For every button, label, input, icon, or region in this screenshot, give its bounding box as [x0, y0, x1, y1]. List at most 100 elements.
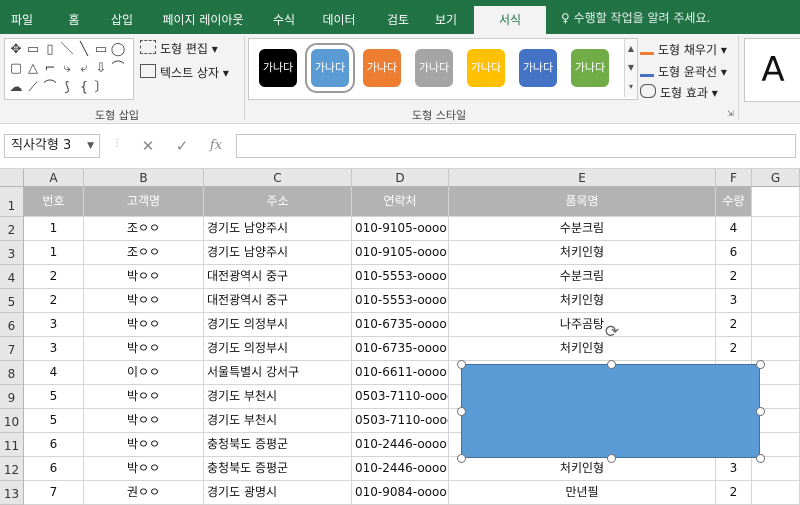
- table-cell[interactable]: 010-6735-oooo: [352, 313, 449, 337]
- table-cell[interactable]: 5: [24, 385, 84, 409]
- row-header-12[interactable]: 12: [0, 457, 24, 481]
- tab-7[interactable]: 보기: [424, 0, 468, 34]
- table-cell[interactable]: 4: [24, 361, 84, 385]
- row-header-7[interactable]: 7: [0, 337, 24, 361]
- empty-cell[interactable]: [752, 313, 800, 337]
- confirm-icon[interactable]: ✓: [172, 134, 192, 158]
- row-header-8[interactable]: 8: [0, 361, 24, 385]
- table-cell[interactable]: 박ㅇㅇ: [84, 337, 204, 361]
- tab-4[interactable]: 수식: [262, 0, 306, 34]
- table-cell[interactable]: 조ㅇㅇ: [84, 217, 204, 241]
- more-options-icon[interactable]: ⋮: [112, 138, 122, 149]
- shape-option-icon[interactable]: △: [25, 61, 41, 77]
- table-cell[interactable]: 3: [24, 313, 84, 337]
- resize-handle[interactable]: [457, 360, 466, 369]
- table-cell[interactable]: 서울특별시 강서구: [204, 361, 352, 385]
- table-cell[interactable]: 수분크림: [449, 217, 716, 241]
- row-header-1[interactable]: 1: [0, 187, 24, 217]
- tab-2[interactable]: 삽입: [100, 0, 144, 34]
- table-cell[interactable]: 010-6611-oooo: [352, 361, 449, 385]
- shape-effects-button[interactable]: 도형 효과 ▾: [640, 84, 718, 101]
- empty-cell[interactable]: [752, 241, 800, 265]
- shape-style-swatch[interactable]: 가나다: [259, 49, 297, 87]
- table-cell[interactable]: 2: [716, 265, 752, 289]
- shape-option-icon[interactable]: ▭: [25, 42, 41, 58]
- wordart-style-preview[interactable]: A: [744, 38, 800, 102]
- table-cell[interactable]: 4: [716, 217, 752, 241]
- table-header-cell[interactable]: 연락처: [352, 187, 449, 217]
- table-cell[interactable]: 010-6735-oooo: [352, 337, 449, 361]
- shape-option-icon[interactable]: ⤶: [76, 61, 92, 77]
- table-cell[interactable]: 충청북도 증평군: [204, 457, 352, 481]
- shape-option-icon[interactable]: ＼: [59, 42, 75, 58]
- resize-handle[interactable]: [457, 407, 466, 416]
- table-cell[interactable]: 권ㅇㅇ: [84, 481, 204, 505]
- row-header-2[interactable]: 2: [0, 217, 24, 241]
- table-cell[interactable]: 2: [24, 289, 84, 313]
- table-cell[interactable]: 3: [716, 289, 752, 313]
- gallery-down-icon[interactable]: ▼: [625, 58, 637, 77]
- table-cell[interactable]: 010-5553-oooo: [352, 265, 449, 289]
- table-header-cell[interactable]: 품목명: [449, 187, 716, 217]
- table-cell[interactable]: 2: [716, 481, 752, 505]
- row-header-6[interactable]: 6: [0, 313, 24, 337]
- table-cell[interactable]: 박ㅇㅇ: [84, 433, 204, 457]
- column-header-E[interactable]: E: [449, 169, 716, 187]
- insert-function-icon[interactable]: fx: [206, 134, 226, 158]
- table-cell[interactable]: 010-2446-oooo: [352, 457, 449, 481]
- edit-shape-button[interactable]: 도형 편집 ▾: [140, 40, 218, 57]
- shape-option-icon[interactable]: ☁: [8, 80, 24, 96]
- table-cell[interactable]: 2: [716, 337, 752, 361]
- empty-cell[interactable]: [752, 337, 800, 361]
- table-cell[interactable]: 경기도 의정부시: [204, 313, 352, 337]
- tab-1[interactable]: 홈: [54, 0, 94, 34]
- rotate-handle-icon[interactable]: ⟳: [602, 322, 622, 342]
- column-header-C[interactable]: C: [204, 169, 352, 187]
- shape-style-swatch[interactable]: 가나다: [571, 49, 609, 87]
- table-cell[interactable]: 처키인형: [449, 289, 716, 313]
- resize-handle[interactable]: [756, 454, 765, 463]
- table-cell[interactable]: 경기도 부천시: [204, 409, 352, 433]
- table-cell[interactable]: 대전광역시 중구: [204, 265, 352, 289]
- dialog-launcher-icon[interactable]: ⇲: [727, 109, 734, 118]
- resize-handle[interactable]: [756, 360, 765, 369]
- select-all-corner[interactable]: [0, 169, 24, 187]
- table-cell[interactable]: 3: [716, 457, 752, 481]
- shape-option-icon[interactable]: ▭: [93, 42, 109, 58]
- table-cell[interactable]: 이ㅇㅇ: [84, 361, 204, 385]
- tell-me-search[interactable]: ♀ 수행할 작업을 알려 주세요.: [561, 8, 710, 28]
- tab-3[interactable]: 페이지 레이아웃: [150, 0, 256, 34]
- resize-handle[interactable]: [606, 454, 616, 463]
- shape-style-swatch[interactable]: 가나다: [415, 49, 453, 87]
- table-cell[interactable]: 3: [24, 337, 84, 361]
- table-cell[interactable]: 1: [24, 241, 84, 265]
- column-header-B[interactable]: B: [84, 169, 204, 187]
- row-header-11[interactable]: 11: [0, 433, 24, 457]
- resize-handle[interactable]: [457, 454, 466, 463]
- shape-option-icon[interactable]: ⌒: [42, 80, 58, 96]
- table-cell[interactable]: 010-9084-oooo: [352, 481, 449, 505]
- table-cell[interactable]: 조ㅇㅇ: [84, 241, 204, 265]
- shape-option-icon[interactable]: ⌐: [42, 61, 58, 77]
- table-header-cell[interactable]: 번호: [24, 187, 84, 217]
- table-cell[interactable]: 2: [716, 313, 752, 337]
- tab-6[interactable]: 검토: [376, 0, 420, 34]
- tab-8[interactable]: 서식: [474, 6, 546, 34]
- table-cell[interactable]: 0503-7110-oooo: [352, 409, 449, 433]
- table-cell[interactable]: 6: [24, 433, 84, 457]
- table-cell[interactable]: 경기도 의정부시: [204, 337, 352, 361]
- column-header-D[interactable]: D: [352, 169, 449, 187]
- table-cell[interactable]: 대전광역시 중구: [204, 289, 352, 313]
- shape-style-swatch[interactable]: 가나다: [467, 49, 505, 87]
- shape-option-icon[interactable]: ⟆: [59, 80, 75, 96]
- table-cell[interactable]: 0503-7110-oooo: [352, 385, 449, 409]
- table-cell[interactable]: 수분크림: [449, 265, 716, 289]
- chevron-down-icon[interactable]: ▼: [87, 135, 94, 157]
- shape-option-icon[interactable]: ⟋: [25, 80, 41, 96]
- table-cell[interactable]: 경기도 부천시: [204, 385, 352, 409]
- table-header-cell[interactable]: 수량: [716, 187, 752, 217]
- table-cell[interactable]: 010-2446-oooo: [352, 433, 449, 457]
- table-cell[interactable]: 박ㅇㅇ: [84, 457, 204, 481]
- row-header-5[interactable]: 5: [0, 289, 24, 313]
- empty-cell[interactable]: [752, 481, 800, 505]
